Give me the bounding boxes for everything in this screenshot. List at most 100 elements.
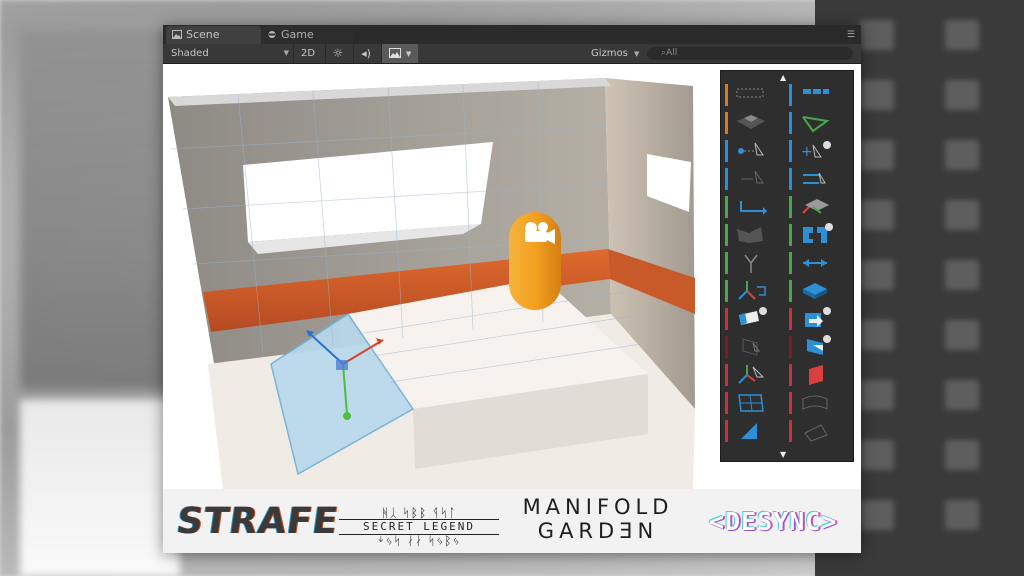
category-bar	[725, 336, 728, 358]
ghost-tool-icon	[860, 80, 894, 110]
window-menu-icon[interactable]: ☰	[847, 30, 855, 40]
category-bar	[725, 224, 728, 246]
category-bar	[789, 280, 792, 302]
secret-legend-glyphs-bottom: ᛎᛃᛋ ᛅᛅ ᛋᛃᛒᛃ	[377, 534, 461, 548]
scroll-up-arrow-icon[interactable]: ▲	[780, 73, 786, 82]
tool-pivot[interactable]	[725, 277, 771, 305]
category-bar	[789, 112, 792, 134]
tool-subdivide[interactable]	[789, 277, 835, 305]
tool-split[interactable]	[725, 249, 771, 277]
audio-toggle[interactable]: ◂)	[353, 44, 378, 63]
search-placeholder: ⌕All	[661, 48, 678, 58]
transform-icon	[738, 365, 765, 384]
2d-mode-button[interactable]: 2D	[293, 44, 322, 63]
tool-flip-normals[interactable]	[789, 361, 835, 389]
subdivide-icon	[803, 283, 827, 299]
tool-flip-edge[interactable]	[789, 249, 835, 277]
ghost-tool-icon	[945, 80, 979, 110]
split-icon	[744, 254, 758, 273]
tool-merge[interactable]	[725, 305, 771, 333]
bend-icon	[737, 227, 763, 243]
tool-vertex-select[interactable]	[725, 137, 771, 165]
category-bar	[789, 364, 792, 386]
bridge-icon	[803, 223, 833, 243]
tool-transform[interactable]	[725, 361, 771, 389]
lighting-toggle[interactable]: ☼	[325, 44, 350, 63]
category-bar	[725, 308, 728, 330]
tool-face-move[interactable]	[789, 193, 835, 221]
pivot-icon	[738, 281, 766, 300]
tab-bar: Scene Game ☰	[163, 25, 861, 44]
ghost-tool-icon	[945, 500, 979, 530]
category-bar	[725, 252, 728, 274]
ghost-tool-icon	[945, 380, 979, 410]
game-logos-strip: STRAFE ᚻᛸ ᛋᛒᛒ ᛩᛋᛚ SECRET LEGEND ᛎᛃᛋ ᛅᛅ ᛋ…	[163, 489, 861, 553]
ghost-tool-icon	[945, 260, 979, 290]
face-select-icon	[742, 338, 760, 356]
svg-text:+: +	[801, 144, 813, 160]
tab-game[interactable]: Game	[261, 26, 353, 44]
category-bar	[725, 84, 728, 106]
scroll-down-arrow-icon[interactable]: ▼	[780, 450, 786, 459]
collapse-icon	[804, 424, 828, 442]
tool-export[interactable]	[789, 305, 835, 333]
scene-toolbar: Shaded ▼ 2D ☼ ◂) ▼ Gizmos ▼ ⌕All	[163, 44, 861, 64]
smooth-icon	[802, 395, 828, 410]
shading-mode-dropdown[interactable]: Shaded ▼	[171, 44, 289, 63]
category-bar	[725, 420, 728, 442]
tool-uv[interactable]	[725, 389, 771, 417]
tool-smooth[interactable]	[789, 389, 835, 417]
category-bar	[725, 196, 728, 218]
category-bar	[789, 168, 792, 190]
ghost-tool-icon	[945, 440, 979, 470]
export-icon	[805, 307, 831, 327]
uv-grid-icon	[738, 394, 764, 412]
tool-edge-strip[interactable]	[789, 81, 835, 109]
shape-tool-icon	[802, 116, 830, 133]
secret-legend-text: SECRET LEGEND	[339, 519, 499, 535]
ghost-tool-icon	[860, 320, 894, 350]
tool-swap-edges[interactable]	[789, 165, 835, 193]
face-move-icon	[802, 199, 829, 214]
background-room-blur	[20, 30, 170, 390]
vertex-select-icon	[738, 142, 764, 156]
category-bar	[725, 280, 728, 302]
tool-face-select[interactable]	[725, 333, 771, 361]
tool-vertex-grid[interactable]	[725, 81, 771, 109]
category-bar	[725, 168, 728, 190]
category-bar	[789, 420, 792, 442]
category-bar	[789, 224, 792, 246]
tab-scene[interactable]: Scene	[166, 26, 261, 44]
tool-edge-select[interactable]	[725, 165, 771, 193]
checker-tool-icon	[737, 115, 765, 129]
background-floor-blur	[20, 400, 180, 576]
tool-checker[interactable]	[725, 109, 771, 137]
grid-tool-icon	[736, 88, 764, 98]
category-bar	[725, 112, 728, 134]
tool-shape[interactable]	[789, 109, 835, 137]
effects-dropdown[interactable]: ▼	[381, 44, 418, 63]
game-icon	[268, 31, 276, 38]
search-input[interactable]: ⌕All	[647, 47, 853, 60]
tool-collapse[interactable]	[789, 417, 835, 445]
ghost-tool-icon	[860, 380, 894, 410]
scene-viewport[interactable]: ▲ + ▼	[163, 64, 861, 489]
secret-legend-logo: ᚻᛸ ᛋᛒᛒ ᛩᛋᛚ SECRET LEGEND ᛎᛃᛋ ᛅᛅ ᛋᛃᛒᛃ	[339, 507, 499, 547]
tab-scene-label: Scene	[186, 28, 220, 41]
tool-extrude[interactable]	[725, 193, 771, 221]
ghost-tool-icon	[860, 440, 894, 470]
tool-bend[interactable]	[725, 221, 771, 249]
gizmos-dropdown[interactable]: Gizmos ▼	[591, 44, 641, 63]
tool-add-vertex[interactable]: +	[789, 137, 835, 165]
edge-select-icon	[741, 170, 764, 184]
category-bar	[789, 392, 792, 414]
tool-triangulate[interactable]	[725, 417, 771, 445]
tool-detach[interactable]	[789, 333, 835, 361]
ghost-tool-icon	[860, 200, 894, 230]
merge-icon	[739, 307, 767, 325]
dropdown-caret-icon: ▼	[634, 50, 640, 58]
add-vertex-icon: +	[801, 141, 831, 160]
flip-normals-icon	[809, 365, 823, 385]
category-bar	[789, 252, 792, 274]
tool-bridge[interactable]	[789, 221, 835, 249]
